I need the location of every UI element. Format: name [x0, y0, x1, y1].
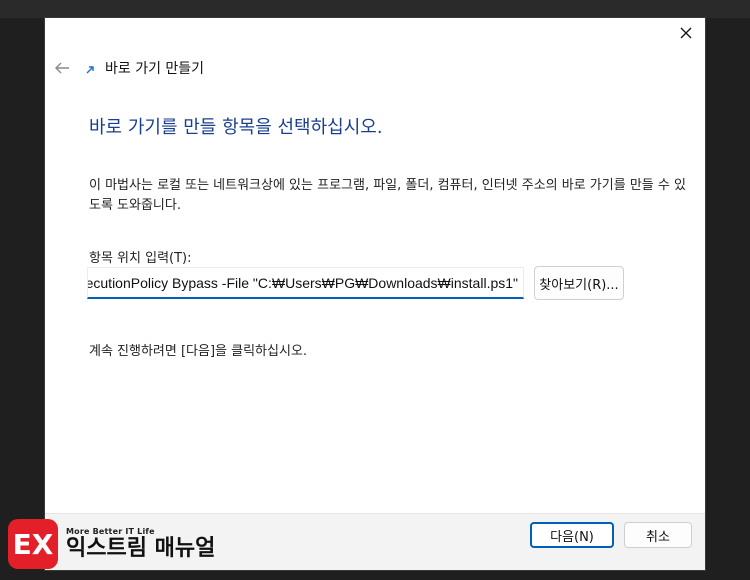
wizard-title: 바로 가기 만들기	[105, 61, 205, 77]
location-input-value: e -ExecutionPolicy Bypass -File "C:₩User…	[87, 274, 518, 291]
continue-instruction: 계속 진행하려면 [다음]을 클릭하십시오.	[89, 344, 308, 359]
cancel-button[interactable]: 취소	[624, 522, 692, 548]
brand-tagline: More Better IT Life	[66, 526, 155, 536]
arrow-left-icon	[55, 62, 69, 74]
brand-logo: EX	[8, 519, 58, 569]
next-button[interactable]: 다음(N)	[530, 522, 614, 548]
background-desktop	[0, 0, 750, 18]
brand-name: 익스트림 매뉴얼	[66, 535, 216, 561]
close-button[interactable]	[671, 20, 701, 46]
location-label: 항목 위치 입력(T):	[89, 251, 192, 266]
shortcut-arrow-icon	[83, 61, 97, 75]
wizard-description: 이 마법사는 로컬 또는 네트워크상에 있는 프로그램, 파일, 폴더, 컴퓨터…	[89, 178, 686, 213]
browse-button[interactable]: 찾아보기(R)...	[534, 266, 624, 300]
watermark: EX More Better IT Life 익스트림 매뉴얼	[8, 519, 215, 569]
back-button[interactable]	[51, 57, 73, 79]
brand-text: More Better IT Life 익스트림 매뉴얼	[66, 527, 215, 562]
location-input[interactable]: e -ExecutionPolicy Bypass -File "C:₩User…	[87, 267, 524, 299]
create-shortcut-dialog: 바로 가기 만들기 바로 가기를 만들 항목을 선택하십시오. 이 마법사는 로…	[45, 18, 705, 570]
wizard-header: 바로 가기 만들기	[51, 56, 204, 80]
close-icon	[680, 27, 692, 39]
page-title: 바로 가기를 만들 항목을 선택하십시오.	[89, 117, 383, 138]
